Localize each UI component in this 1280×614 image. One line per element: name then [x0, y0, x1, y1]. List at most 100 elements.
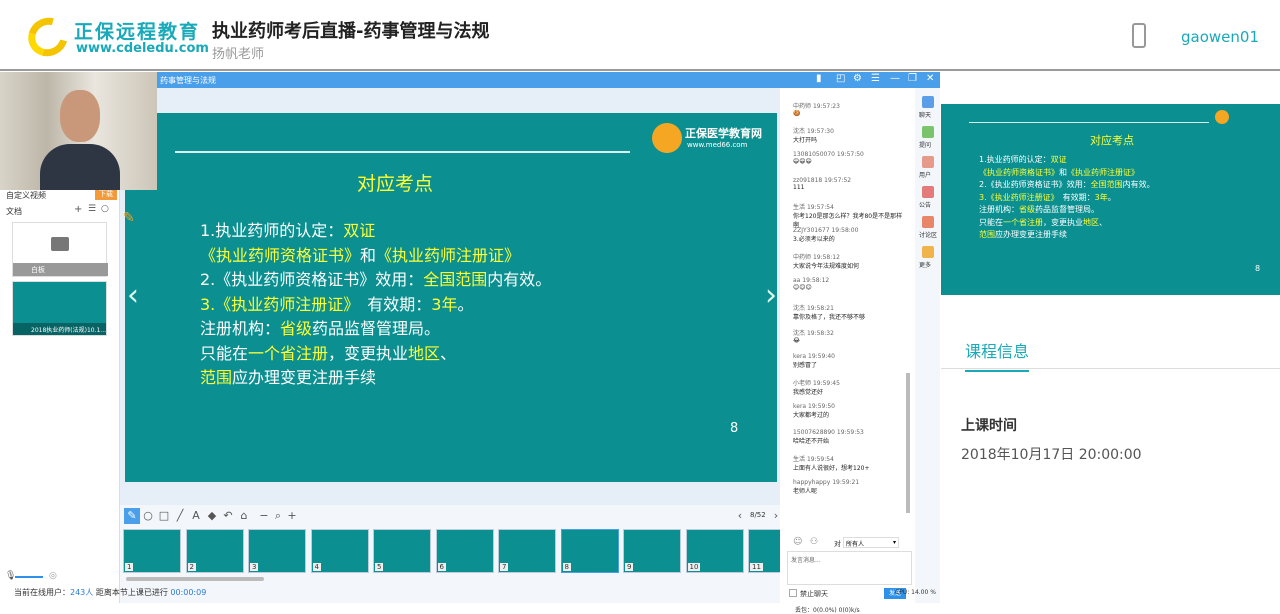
chat-message: 中药师 19:58:12大家说今年法规难度如何 [793, 252, 903, 270]
rectangle-tool-icon[interactable]: □ [156, 508, 172, 524]
undo-icon[interactable]: ↶ [220, 508, 236, 524]
page-prev-icon[interactable]: ‹ [732, 508, 748, 524]
brand-url[interactable]: www.cdeledu.com [76, 41, 209, 56]
slide-thumbnail[interactable]: 10 [686, 529, 744, 573]
teacher-body [40, 144, 120, 190]
side-tab-more[interactable]: 更多 [919, 260, 931, 269]
pen-icon[interactable]: ✎ [124, 508, 140, 524]
custom-layout-label[interactable]: 自定义视频 [6, 190, 46, 201]
chat-time: 19:58:12 [802, 277, 829, 284]
username-link[interactable]: gaowen01 [1181, 28, 1259, 46]
mute-checkbox[interactable] [789, 589, 797, 597]
slide-thumbnail[interactable]: 8 [561, 529, 619, 573]
chat-message: zz091818 19:57:52111 [793, 177, 903, 191]
preview-rule [969, 122, 1209, 123]
chat-icon[interactable] [922, 96, 934, 108]
slide-text-segment: 有效期： [1055, 193, 1095, 202]
tab-course-info[interactable]: 课程信息 [965, 338, 1029, 372]
elapsed-label: 距离本节上课已进行 [96, 588, 168, 597]
slide-text-segment: 和 [360, 246, 376, 265]
add-icon[interactable]: + [74, 204, 82, 215]
recipient-value: 所有人 [846, 541, 864, 548]
list-icon[interactable]: ☰ [88, 204, 96, 214]
line-tool-icon[interactable]: ╱ [172, 508, 188, 524]
slide-thumbnail[interactable]: 2 [186, 529, 244, 573]
teacher-webcam[interactable] [0, 72, 157, 190]
chat-user: 沈杰 [793, 128, 805, 135]
chat-message: 沈杰 19:58:21靠你及格了，我还不够不够 [793, 303, 903, 321]
camera-icon[interactable]: ◎ [49, 571, 57, 581]
slide-thumbnail[interactable]: 11 [748, 529, 780, 573]
text-tool-icon[interactable]: A [188, 508, 204, 524]
volume-slider[interactable] [15, 576, 43, 578]
slide-text-segment: 3.《执业药师注册证》 [200, 295, 351, 314]
slide-text-segment: 省级 [1019, 205, 1035, 214]
docs-label: 文档 [6, 206, 22, 217]
slide-thumbnail[interactable]: 7 [498, 529, 556, 573]
thumbnail-scrollbar[interactable] [126, 577, 264, 581]
gear-icon[interactable]: ⚙ [853, 73, 862, 84]
slide-thumbnail[interactable]: 1 [123, 529, 181, 573]
side-tab-users[interactable]: 用户 [919, 170, 931, 179]
chat-time: 19:58:12 [813, 254, 840, 261]
slide-text-segment: 内有效。 [1123, 180, 1155, 189]
side-tab-notice[interactable]: 公告 [919, 200, 931, 209]
users-icon[interactable] [922, 156, 934, 168]
drawing-toolbar: ✎ ○ □ ╱ A ◆ ↶ ⌂ − ⌕ + ‹ 8/52 › [120, 505, 780, 527]
elapsed-time: 00:00:09 [170, 588, 206, 597]
chat-message: kera 19:59:40别感冒了 [793, 353, 903, 369]
close-icon[interactable]: ✕ [926, 73, 934, 84]
chat-message: 13081050070 19:57:50😄😄😄 [793, 151, 903, 165]
zoom-in-icon[interactable]: + [284, 508, 300, 524]
question-icon[interactable] [922, 126, 934, 138]
slide-thumbnail[interactable]: 9 [623, 529, 681, 573]
side-tabs: 聊天提问用户公告讨论区更多 [915, 88, 940, 603]
chat-time: 19:57:54 [807, 204, 834, 211]
clear-icon[interactable]: ⌂ [236, 508, 252, 524]
side-tab-discussion[interactable]: 讨论区 [919, 230, 937, 239]
prev-slide-icon[interactable]: ‹ [127, 278, 139, 313]
brand-name: 正保远程教育 [74, 17, 200, 44]
chat-user: 生活 [793, 456, 805, 463]
whiteboard-icon [51, 237, 69, 251]
emoji-icon[interactable]: ☺ [793, 537, 802, 547]
chat-time: 19:58:00 [831, 227, 858, 234]
menu-icon[interactable]: ☰ [871, 73, 880, 84]
chat-input[interactable]: 发言消息... [787, 551, 912, 585]
chat-message: 沈杰 19:58:32😂 [793, 328, 903, 344]
minimize-icon[interactable]: — [890, 73, 900, 84]
discussion-icon[interactable] [922, 216, 934, 228]
chat-text: 老师人呢 [793, 486, 903, 495]
slide-line: 注册机构：省级药品监督管理局。 [200, 315, 440, 339]
slide-line: 只能在一个省注册，变更执业地区、 [200, 340, 456, 364]
side-tab-chat[interactable]: 聊天 [919, 110, 931, 119]
more-icon[interactable] [922, 246, 934, 258]
slide-preview[interactable]: 对应考点 1.执业药师的认定：双证《执业药师资格证书》和《执业药师注册证》2.《… [941, 104, 1280, 295]
slide-text-segment: 1.执业药师的认定： [200, 221, 343, 240]
next-slide-icon[interactable]: › [765, 278, 777, 313]
slide-text-segment: 1.执业药师的认定： [979, 155, 1051, 164]
maximize-icon[interactable]: ❐ [908, 73, 917, 84]
recipient-select[interactable]: 所有人▾ [843, 537, 899, 548]
circle-tool-icon[interactable]: ○ [140, 508, 156, 524]
chat-scrollbar[interactable] [906, 373, 910, 513]
notice-icon[interactable] [922, 186, 934, 198]
whiteboard-item[interactable]: 白板 [12, 222, 107, 277]
slide-thumbnail[interactable]: 3 [248, 529, 306, 573]
eraser-icon[interactable]: ◆ [204, 508, 220, 524]
chat-meta: zz091818 19:57:52 [793, 177, 903, 184]
circle-icon[interactable]: ○ [101, 204, 109, 214]
side-tab-question[interactable]: 提问 [919, 140, 931, 149]
slide-text-segment: 药品监督管理局。 [312, 319, 440, 338]
slide-text-segment: 只能在 [979, 218, 1003, 227]
layout-icon[interactable]: ◰ [836, 73, 845, 84]
slide-thumbnail[interactable]: 4 [311, 529, 369, 573]
document-item[interactable]: 2018执业药师(法规)10.1... [12, 281, 107, 336]
slide-thumbnail[interactable]: 6 [436, 529, 494, 573]
user-icon[interactable]: ⚇ [810, 537, 818, 547]
slide-thumbnail[interactable]: 5 [373, 529, 431, 573]
mobile-phone-icon[interactable] [1132, 23, 1146, 48]
chat-meta: 中药师 19:58:12 [793, 252, 903, 261]
slide-text-segment: 地区 [408, 344, 440, 363]
slide-text-segment: 3年 [1095, 193, 1108, 202]
